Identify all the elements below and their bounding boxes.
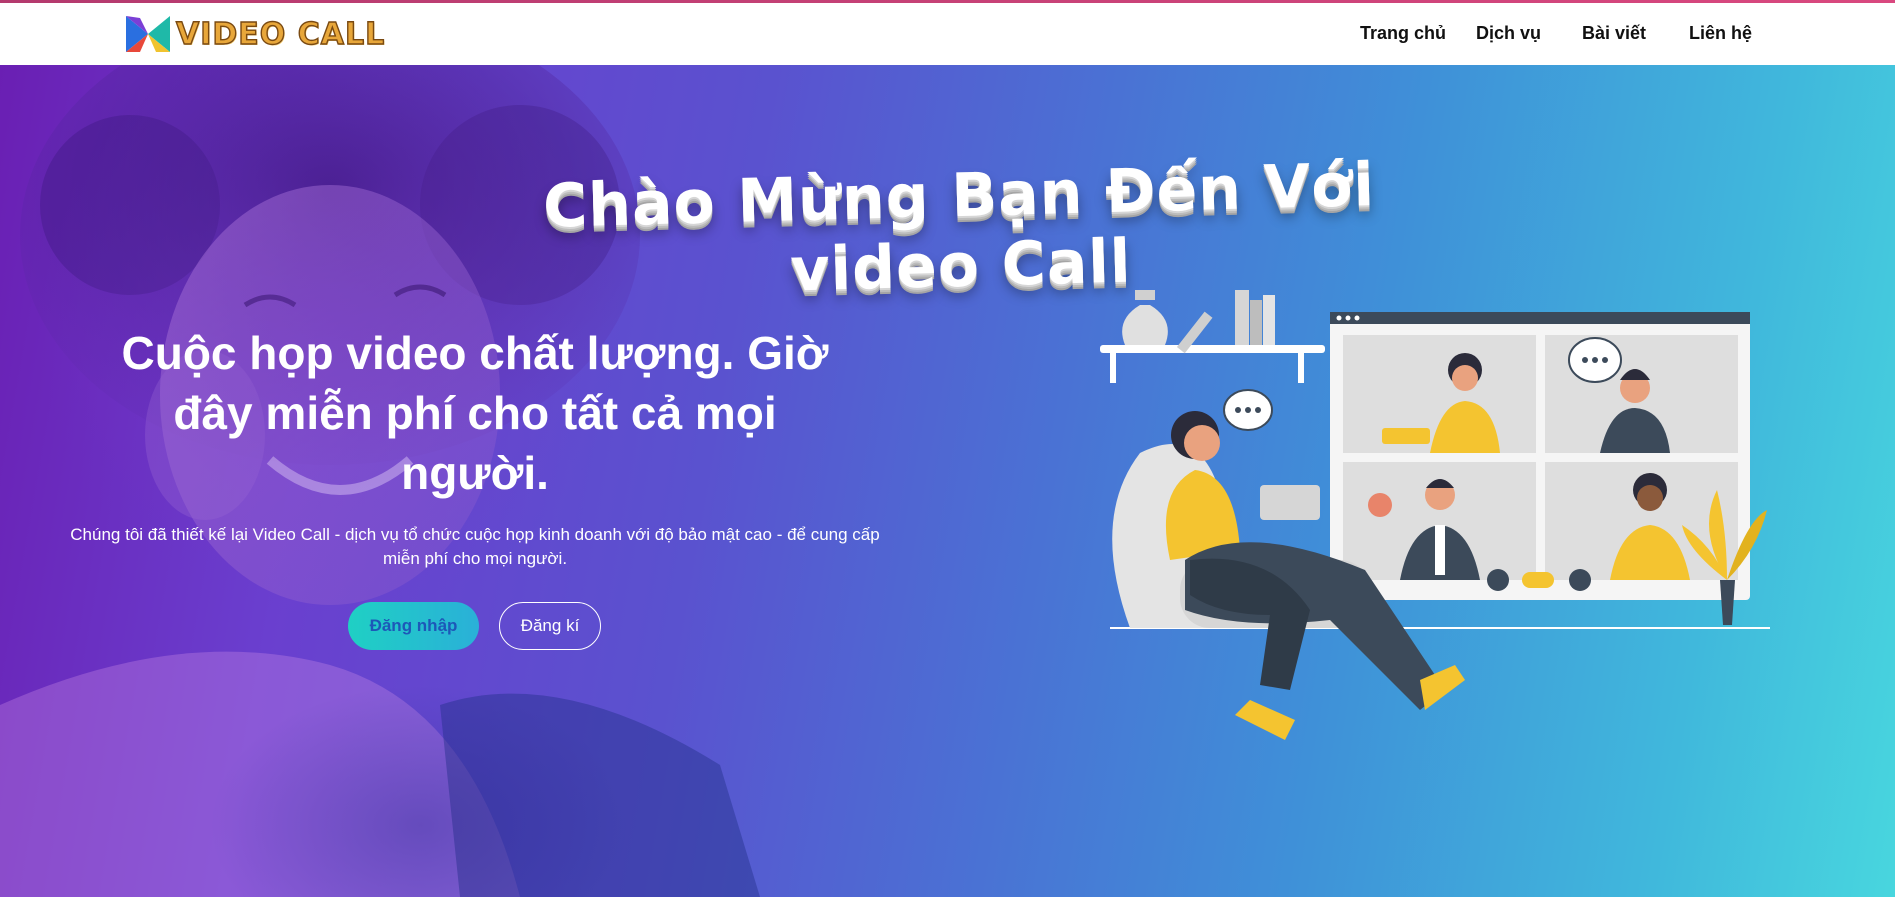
- nav-link-contact[interactable]: Liên hệ: [1689, 23, 1752, 44]
- site-header: VIDEO CALL Trang chủ Dịch vụ Bài viết Li…: [0, 3, 1895, 65]
- hero-subtext: Chúng tôi đã thiết kế lại Video Call - d…: [70, 525, 880, 568]
- main-nav: Trang chủ Dịch vụ Bài viết Liên hệ: [0, 23, 1895, 49]
- nav-link-home[interactable]: Trang chủ: [1360, 23, 1446, 44]
- hero-section: Chào Mừng Bạn Đến Với video Call Cuộc họ…: [0, 65, 1895, 897]
- login-button[interactable]: Đăng nhập: [348, 602, 479, 650]
- nav-link-services[interactable]: Dịch vụ: [1476, 23, 1541, 44]
- video-conference-illustration: [1100, 290, 1770, 740]
- hero-headline: Cuộc họp video chất lượng. Giờ đây miễn …: [121, 327, 829, 499]
- nav-link-articles[interactable]: Bài viết: [1582, 23, 1646, 44]
- register-button[interactable]: Đăng kí: [499, 602, 601, 650]
